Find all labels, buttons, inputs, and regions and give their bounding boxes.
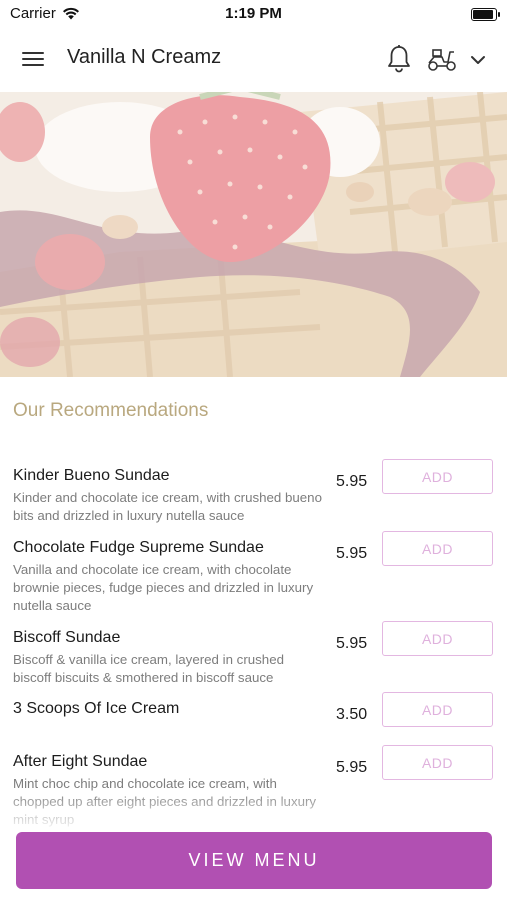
battery-icon (471, 8, 500, 21)
item-price: 5.95 (336, 759, 368, 776)
item-name: Biscoff Sundae (13, 629, 121, 646)
item-price: 5.95 (336, 473, 368, 490)
item-description: Kinder and chocolate ice cream, with cru… (13, 490, 322, 523)
add-button[interactable]: ADD (382, 745, 493, 780)
item-name: After Eight Sundae (13, 753, 148, 770)
status-bar: Carrier 1:19 PM (0, 0, 507, 28)
item-price: 5.95 (336, 545, 368, 562)
hero-image (0, 92, 507, 377)
item-name: Kinder Bueno Sundae (13, 467, 170, 484)
list-fade-overlay (0, 790, 507, 830)
item-description: Biscoff & vanilla ice cream, layered in … (13, 652, 284, 685)
add-button[interactable]: ADD (382, 621, 493, 656)
delivery-scooter-icon[interactable] (426, 46, 458, 72)
menu-icon-bar (22, 52, 44, 54)
item-name: 3 Scoops Of Ice Cream (13, 700, 180, 717)
status-time: 1:19 PM (225, 5, 282, 22)
chevron-down-icon[interactable] (468, 50, 488, 70)
menu-icon-bar (22, 58, 44, 60)
item-name: Chocolate Fudge Supreme Sundae (13, 539, 264, 556)
battery-level-fill (473, 10, 493, 19)
app-header: Vanilla N Creamz (0, 28, 507, 92)
view-menu-button[interactable]: VIEW MENU (16, 832, 492, 889)
section-title: Our Recommendations (13, 400, 209, 421)
add-button[interactable]: ADD (382, 692, 493, 727)
menu-icon-bar (22, 64, 44, 66)
add-button[interactable]: ADD (382, 531, 493, 566)
restaurant-title: Vanilla N Creamz (67, 46, 222, 68)
item-price: 5.95 (336, 635, 368, 652)
item-price: 3.50 (336, 706, 368, 723)
waffle-dessert-image (0, 92, 507, 377)
item-description: Vanilla and chocolate ice cream, with ch… (13, 562, 314, 613)
bell-icon[interactable] (386, 44, 412, 74)
add-button[interactable]: ADD (382, 459, 493, 494)
menu-icon[interactable] (22, 50, 46, 68)
